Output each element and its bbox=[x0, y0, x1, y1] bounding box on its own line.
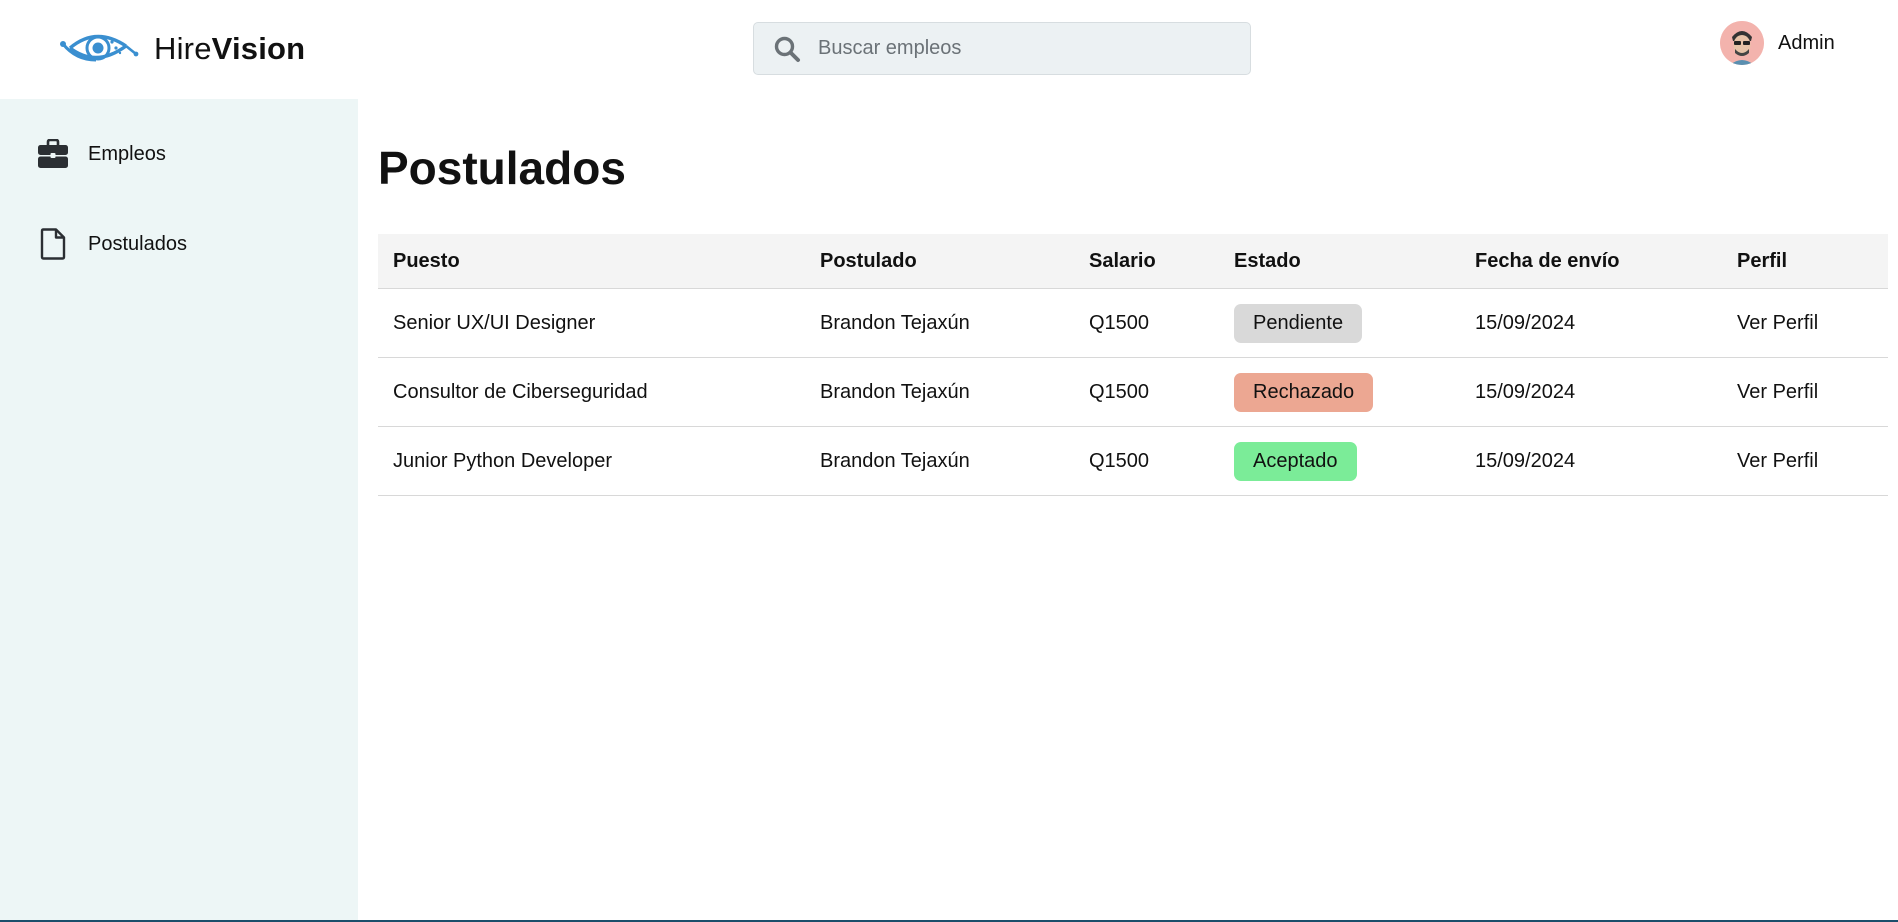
brand-name: HireVision bbox=[154, 31, 305, 67]
cell-estado: Rechazado bbox=[1219, 357, 1460, 427]
search-input[interactable] bbox=[816, 36, 1240, 61]
eye-logo-icon bbox=[60, 34, 139, 62]
cell-puesto: Consultor de Ciberseguridad bbox=[378, 357, 805, 427]
status-badge: Aceptado bbox=[1234, 441, 1357, 481]
view-profile-link[interactable]: Ver Perfil bbox=[1737, 381, 1818, 403]
cell-salario: Q1500 bbox=[1074, 357, 1219, 427]
search-bar bbox=[753, 22, 1251, 75]
avatar-icon[interactable] bbox=[1720, 21, 1764, 65]
brand-name-light: Hire bbox=[154, 31, 212, 66]
cell-postulado: Brandon Tejaxún bbox=[805, 426, 1074, 496]
cell-fecha: 15/09/2024 bbox=[1460, 288, 1722, 358]
cell-puesto: Junior Python Developer bbox=[378, 426, 805, 496]
user-name: Admin bbox=[1778, 31, 1835, 54]
applicants-table: Puesto Postulado Salario Estado Fecha de… bbox=[378, 234, 1888, 496]
column-header-estado: Estado bbox=[1219, 234, 1460, 289]
sidebar-item-postulados[interactable]: Postulados bbox=[36, 224, 187, 264]
status-badge: Pendiente bbox=[1234, 303, 1363, 343]
briefcase-icon bbox=[36, 137, 70, 171]
column-header-puesto: Puesto bbox=[378, 234, 805, 289]
table-header-row: Puesto Postulado Salario Estado Fecha de… bbox=[378, 234, 1888, 289]
user-menu[interactable]: Admin bbox=[1720, 20, 1835, 66]
column-header-salario: Salario bbox=[1074, 234, 1219, 289]
cell-fecha: 15/09/2024 bbox=[1460, 426, 1722, 496]
sidebar-item-label: Empleos bbox=[88, 142, 166, 165]
brand[interactable]: HireVision bbox=[56, 24, 305, 74]
column-header-fecha: Fecha de envío bbox=[1460, 234, 1722, 289]
cell-estado: Aceptado bbox=[1219, 426, 1460, 496]
view-profile-link[interactable]: Ver Perfil bbox=[1737, 312, 1818, 334]
cell-perfil: Ver Perfil bbox=[1722, 288, 1888, 358]
view-profile-link[interactable]: Ver Perfil bbox=[1737, 450, 1818, 472]
sidebar-item-empleos[interactable]: Empleos bbox=[36, 134, 166, 174]
brand-name-bold: Vision bbox=[211, 31, 306, 66]
cell-puesto: Senior UX/UI Designer bbox=[378, 288, 805, 358]
status-badge: Rechazado bbox=[1234, 372, 1374, 412]
cell-estado: Pendiente bbox=[1219, 288, 1460, 358]
cell-salario: Q1500 bbox=[1074, 288, 1219, 358]
table-row: Junior Python Developer Brandon Tejaxún … bbox=[378, 426, 1888, 496]
sidebar-item-label: Postulados bbox=[88, 232, 187, 255]
column-header-postulado: Postulado bbox=[805, 234, 1074, 289]
cell-postulado: Brandon Tejaxún bbox=[805, 288, 1074, 358]
cell-perfil: Ver Perfil bbox=[1722, 357, 1888, 427]
cell-fecha: 15/09/2024 bbox=[1460, 357, 1722, 427]
table-row: Consultor de Ciberseguridad Brandon Teja… bbox=[378, 357, 1888, 427]
cell-salario: Q1500 bbox=[1074, 426, 1219, 496]
cell-perfil: Ver Perfil bbox=[1722, 426, 1888, 496]
sidebar: Empleos Postulados bbox=[0, 99, 358, 922]
document-icon bbox=[36, 227, 70, 261]
search-icon bbox=[773, 34, 803, 64]
cell-postulado: Brandon Tejaxún bbox=[805, 357, 1074, 427]
page-title: Postulados bbox=[378, 142, 626, 194]
table-row: Senior UX/UI Designer Brandon Tejaxún Q1… bbox=[378, 288, 1888, 358]
top-header: HireVision Admin bbox=[0, 0, 1898, 99]
column-header-perfil: Perfil bbox=[1722, 234, 1888, 289]
